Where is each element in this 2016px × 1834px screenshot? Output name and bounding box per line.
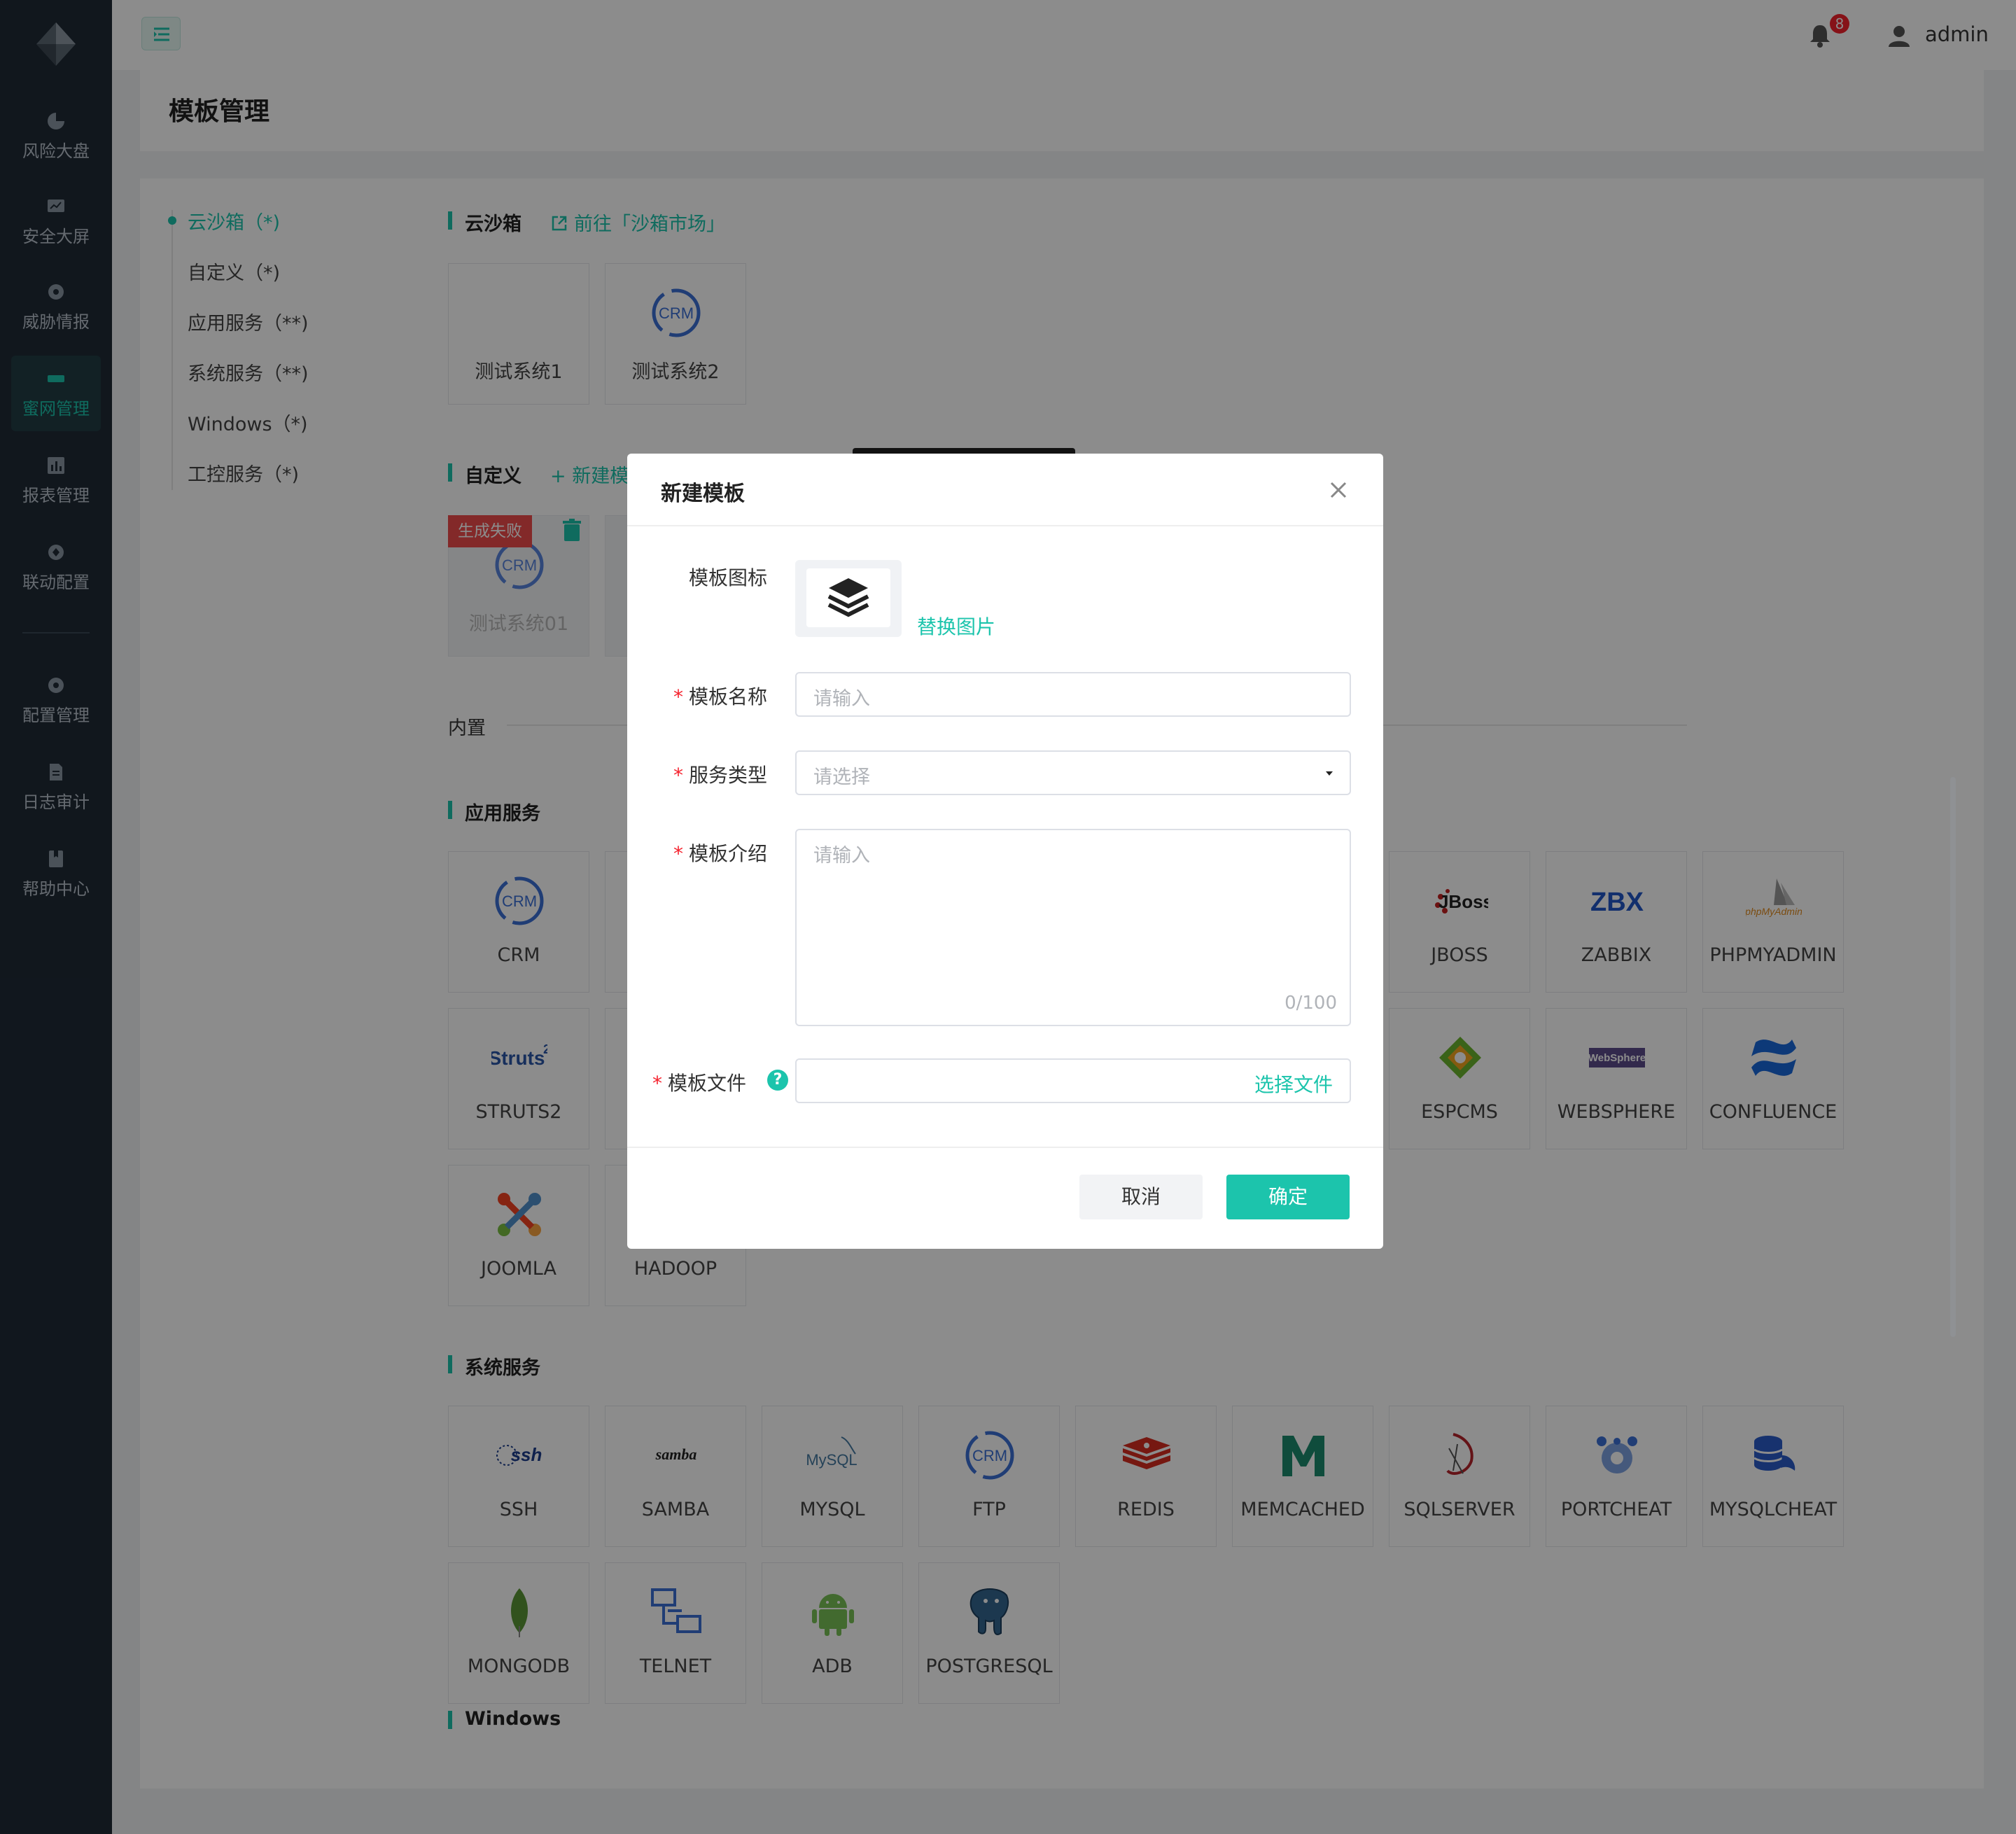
dialog-footer-divider [627, 1147, 1383, 1148]
name-field-label: * 模板名称 [673, 685, 767, 708]
service-type-select[interactable]: 请选择 [795, 750, 1351, 795]
icon-field-label: 模板图标 [688, 566, 767, 589]
close-icon[interactable] [1326, 477, 1351, 503]
replace-image-button[interactable]: 替换图片 [917, 612, 995, 640]
caret-down-icon [1326, 771, 1333, 776]
name-placeholder: 请输入 [813, 688, 870, 710]
file-field-label: * 模板文件 [652, 1072, 746, 1095]
layers-icon [827, 578, 869, 617]
template-file-input[interactable]: 选择文件 [795, 1058, 1351, 1103]
scrollbar[interactable] [1950, 777, 1956, 1337]
new-template-dialog: 新建模板 模板图标 替换图片 * 模板名称 请输入 * 服务类型 请选择 * 模板介绍… [627, 454, 1383, 1249]
template-intro-textarea[interactable]: 请输入 0/100 [795, 829, 1351, 1026]
intro-placeholder: 请输入 [813, 845, 870, 867]
template-icon-preview [795, 560, 902, 637]
help-icon[interactable]: ? [767, 1070, 788, 1091]
template-name-input[interactable]: 请输入 [795, 672, 1351, 717]
type-field-label: * 服务类型 [673, 764, 767, 787]
dialog-title: 新建模板 [661, 482, 745, 506]
char-counter: 0/100 [1284, 993, 1337, 1014]
dialog-header: 新建模板 [627, 454, 1383, 526]
confirm-button[interactable]: 确定 [1226, 1175, 1350, 1219]
type-placeholder: 请选择 [813, 766, 870, 788]
choose-file-button[interactable]: 选择文件 [1254, 1070, 1333, 1098]
intro-field-label: * 模板介绍 [673, 842, 767, 865]
cancel-button[interactable]: 取消 [1079, 1175, 1203, 1219]
